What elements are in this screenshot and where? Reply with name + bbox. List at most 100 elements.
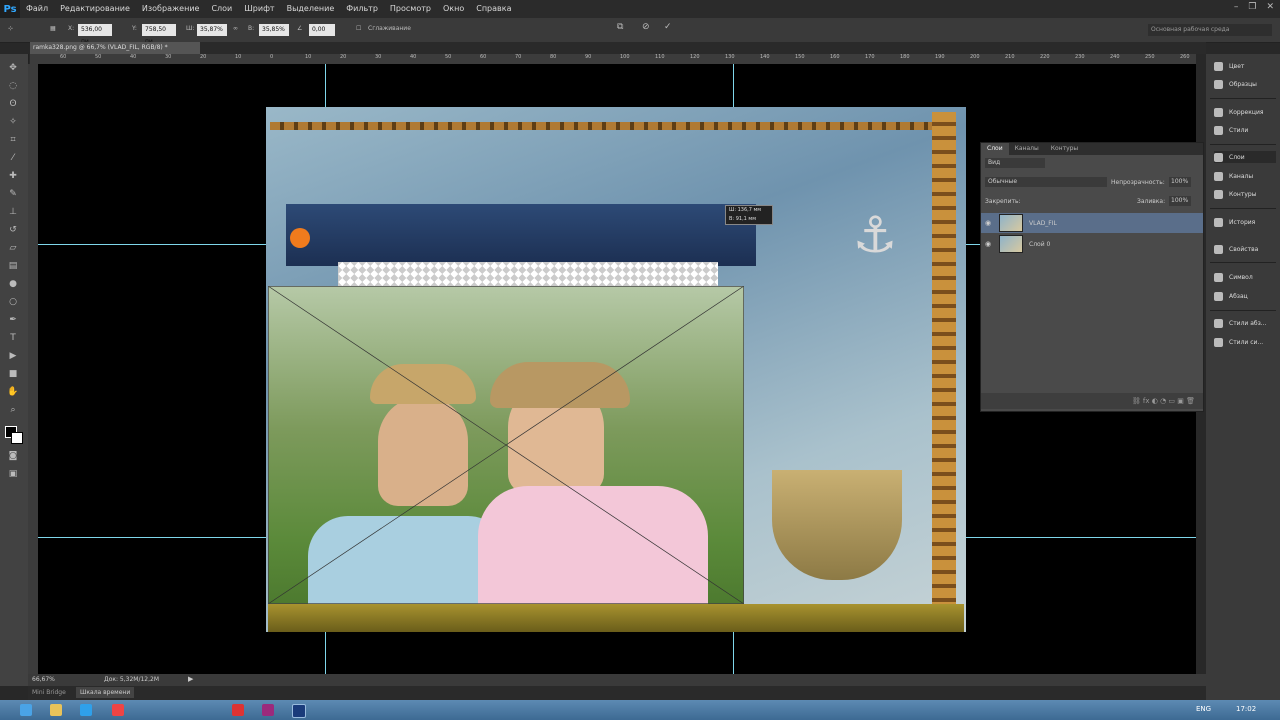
- brush-tool-icon[interactable]: ✎: [7, 188, 19, 200]
- ruler-tick-label: 260: [1180, 54, 1190, 60]
- antialias-checkbox[interactable]: ☐: [356, 25, 361, 32]
- ruler-tick-label: 140: [760, 54, 770, 60]
- panel-history[interactable]: История: [1214, 216, 1255, 228]
- divider: [1210, 310, 1276, 311]
- move-tool-icon[interactable]: ✥: [7, 62, 19, 74]
- menu-layers[interactable]: Слои: [205, 0, 238, 18]
- skype-icon[interactable]: [80, 704, 92, 716]
- layer-row[interactable]: ◉ Слой 0: [981, 234, 1203, 254]
- history-brush-icon[interactable]: ↺: [7, 224, 19, 236]
- menu-type[interactable]: Шрифт: [238, 0, 280, 18]
- transform-diagonals: [268, 286, 744, 604]
- explorer-icon[interactable]: [50, 704, 62, 716]
- properties-icon: [1214, 244, 1223, 254]
- channels-icon: [1214, 171, 1223, 181]
- healing-brush-icon[interactable]: ✚: [7, 170, 19, 182]
- status-bar: 66,67% Док: 5,32М/12,2М ▶: [28, 674, 1206, 686]
- panel-paragraph[interactable]: Абзац: [1214, 290, 1248, 302]
- stamp-tool-icon[interactable]: ⊥: [7, 206, 19, 218]
- eyedropper-icon[interactable]: ⁄: [7, 152, 19, 164]
- menu-file[interactable]: Файл: [20, 0, 54, 18]
- zoom-readout[interactable]: 66,67%: [32, 676, 55, 683]
- workspace-select[interactable]: Основная рабочая среда: [1148, 24, 1272, 36]
- y-field[interactable]: 758,50 пи: [142, 24, 176, 45]
- panel-adjustments[interactable]: Коррекция: [1214, 106, 1263, 118]
- menu-window[interactable]: Окно: [437, 0, 470, 18]
- photoshop-task-icon[interactable]: [292, 704, 306, 718]
- width-field[interactable]: 35,87%: [197, 24, 227, 36]
- tab-channels[interactable]: Каналы: [1009, 143, 1045, 155]
- menu-select[interactable]: Выделение: [281, 0, 341, 18]
- ie-icon[interactable]: [20, 704, 32, 716]
- tab-mini-bridge[interactable]: Mini Bridge: [32, 689, 66, 696]
- menu-help[interactable]: Справка: [470, 0, 517, 18]
- panel-channels[interactable]: Каналы: [1214, 170, 1253, 182]
- panel-layers[interactable]: Слои: [1214, 151, 1276, 163]
- eye-icon[interactable]: ◉: [981, 219, 995, 227]
- premiere-icon[interactable]: [262, 704, 274, 716]
- crop-tool-icon[interactable]: ⌗: [7, 134, 19, 146]
- status-menu-arrow-icon[interactable]: ▶: [188, 675, 193, 683]
- x-field[interactable]: 536,00 пи: [78, 24, 112, 45]
- layer-row-selected[interactable]: ◉ VLAD_FIL: [981, 213, 1203, 233]
- color-icon: [1214, 61, 1223, 71]
- minimize-button[interactable]: –: [1234, 2, 1239, 12]
- clock[interactable]: 17:02: [1236, 705, 1256, 713]
- reference-point-icon[interactable]: ▦: [50, 25, 56, 32]
- layer-filter-select[interactable]: Вид: [985, 158, 1045, 168]
- type-tool-icon[interactable]: T: [7, 332, 19, 344]
- menu-edit[interactable]: Редактирование: [54, 0, 136, 18]
- blur-tool-icon[interactable]: ●: [7, 278, 19, 290]
- hand-tool-icon[interactable]: ✋: [7, 386, 19, 398]
- menu-image[interactable]: Изображение: [136, 0, 206, 18]
- panel-character[interactable]: Символ: [1214, 271, 1253, 283]
- shape-tool-icon[interactable]: ■: [7, 368, 19, 380]
- menu-filter[interactable]: Фильтр: [340, 0, 384, 18]
- panel-swatches[interactable]: Образцы: [1214, 78, 1257, 90]
- menu-view[interactable]: Просмотр: [384, 0, 437, 18]
- panel-color[interactable]: Цвет: [1214, 60, 1244, 72]
- height-field[interactable]: 35,85%: [259, 24, 289, 36]
- tab-timeline[interactable]: Шкала времени: [76, 687, 135, 698]
- layers-footer-icons[interactable]: ⛓ fx ◐ ◔ ▭ ▣ 🗑: [981, 393, 1203, 409]
- restore-button[interactable]: ❐: [1248, 2, 1256, 12]
- magic-wand-icon[interactable]: ✧: [7, 116, 19, 128]
- photo-layer-boys[interactable]: [268, 286, 744, 604]
- dodge-tool-icon[interactable]: ○: [7, 296, 19, 308]
- fill-field[interactable]: 100%: [1169, 196, 1191, 206]
- eraser-tool-icon[interactable]: ▱: [7, 242, 19, 254]
- quick-mask-icon[interactable]: ◙: [7, 450, 19, 462]
- acrobat-icon[interactable]: [232, 704, 244, 716]
- pen-tool-icon[interactable]: ✒: [7, 314, 19, 326]
- commit-transform-icon[interactable]: ✓: [664, 22, 672, 32]
- path-select-icon[interactable]: ▶: [7, 350, 19, 362]
- marquee-tool-icon[interactable]: ◌: [7, 80, 19, 92]
- panel-paths[interactable]: Контуры: [1214, 188, 1256, 200]
- eye-icon[interactable]: ◉: [981, 240, 995, 248]
- panel-character-styles[interactable]: Стили си...: [1214, 336, 1263, 348]
- document-tab[interactable]: ramka328.png @ 66,7% (VLAD_FIL, RGB/8) *: [30, 42, 200, 54]
- gradient-tool-icon[interactable]: ▤: [7, 260, 19, 272]
- blend-mode-select[interactable]: Обычные: [985, 177, 1107, 187]
- warp-icon[interactable]: ⧉: [617, 22, 623, 32]
- panel-properties[interactable]: Свойства: [1214, 243, 1258, 255]
- background-color-swatch[interactable]: [11, 432, 23, 444]
- close-button[interactable]: ✕: [1266, 2, 1274, 12]
- tab-paths[interactable]: Контуры: [1045, 143, 1084, 155]
- layer-name: VLAD_FIL: [1029, 219, 1057, 227]
- chrome-icon[interactable]: [112, 704, 124, 716]
- layers-panel-tabs: Слои Каналы Контуры: [981, 143, 1203, 155]
- panel-styles[interactable]: Стили: [1214, 124, 1248, 136]
- lasso-tool-icon[interactable]: ʘ: [7, 98, 19, 110]
- tab-layers[interactable]: Слои: [981, 143, 1009, 155]
- panel-paragraph-styles[interactable]: Стили абз...: [1214, 317, 1267, 329]
- zoom-tool-icon[interactable]: ⌕: [7, 404, 19, 416]
- angle-field[interactable]: 0,00: [309, 24, 335, 36]
- language-indicator[interactable]: ENG: [1196, 705, 1211, 713]
- screen-mode-icon[interactable]: ▣: [7, 468, 19, 480]
- cancel-transform-icon[interactable]: ⊘: [642, 22, 650, 32]
- transform-icon[interactable]: ⊹: [8, 25, 13, 32]
- opacity-field[interactable]: 100%: [1169, 177, 1191, 187]
- link-icon[interactable]: ∞: [233, 25, 238, 32]
- divider: [1210, 144, 1276, 145]
